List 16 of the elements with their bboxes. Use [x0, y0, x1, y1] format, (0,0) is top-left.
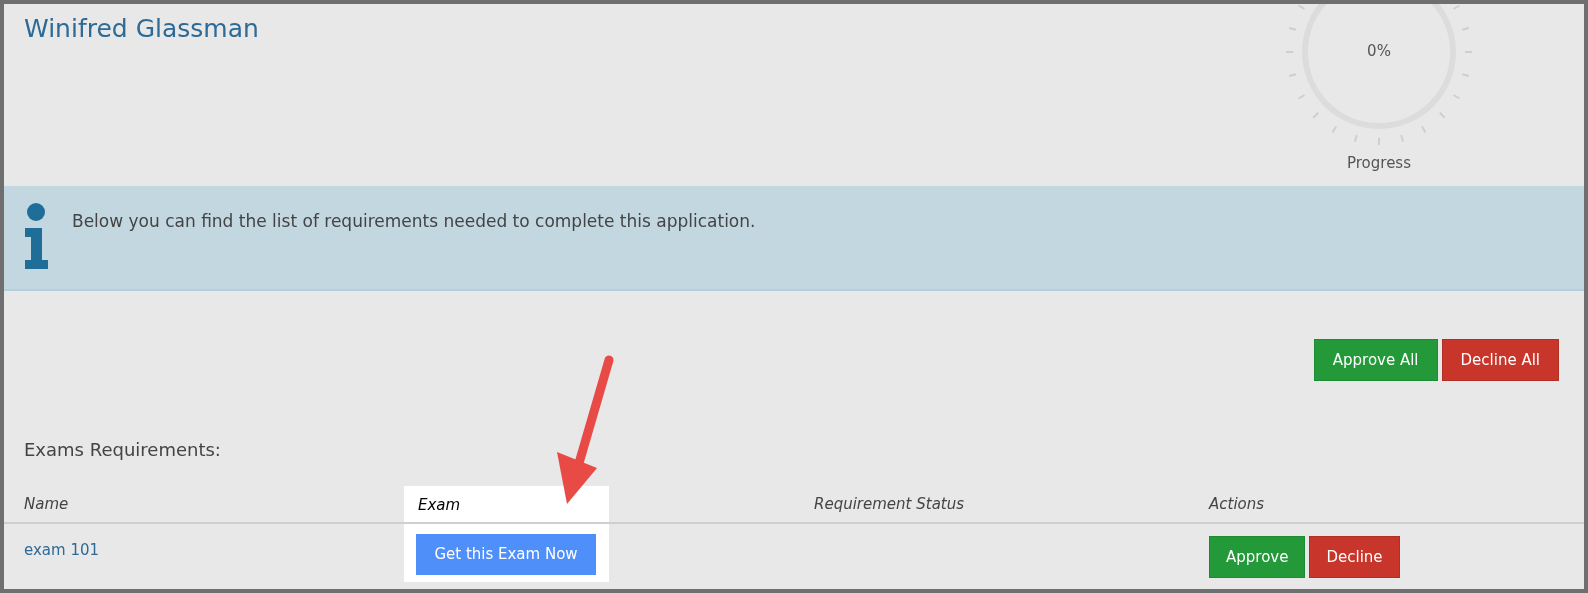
- column-header: Requirement Status: [814, 495, 965, 513]
- get-exam-button[interactable]: Get this Exam Now: [416, 534, 596, 575]
- info-text: Below you can find the list of requirements needed to complete this application.: [72, 210, 756, 233]
- approve-all-button[interactable]: Approve All: [1313, 339, 1438, 381]
- decline-all-button[interactable]: Decline All: [1441, 339, 1559, 381]
- page-title: Winifred Glassman: [24, 13, 259, 45]
- progress-value: 0%: [1366, 41, 1392, 62]
- column-header: Actions: [1209, 495, 1265, 513]
- section-title: Exams Requirements:: [23, 438, 222, 462]
- approve-button[interactable]: Approve: [1209, 536, 1306, 578]
- column-header: Exam: [418, 494, 461, 516]
- progress-label: Progress: [1346, 153, 1412, 174]
- decline-button[interactable]: Decline: [1309, 536, 1400, 578]
- info-icon: [22, 202, 50, 272]
- exam-link[interactable]: exam 101: [24, 541, 100, 559]
- column-header: Name: [24, 495, 69, 513]
